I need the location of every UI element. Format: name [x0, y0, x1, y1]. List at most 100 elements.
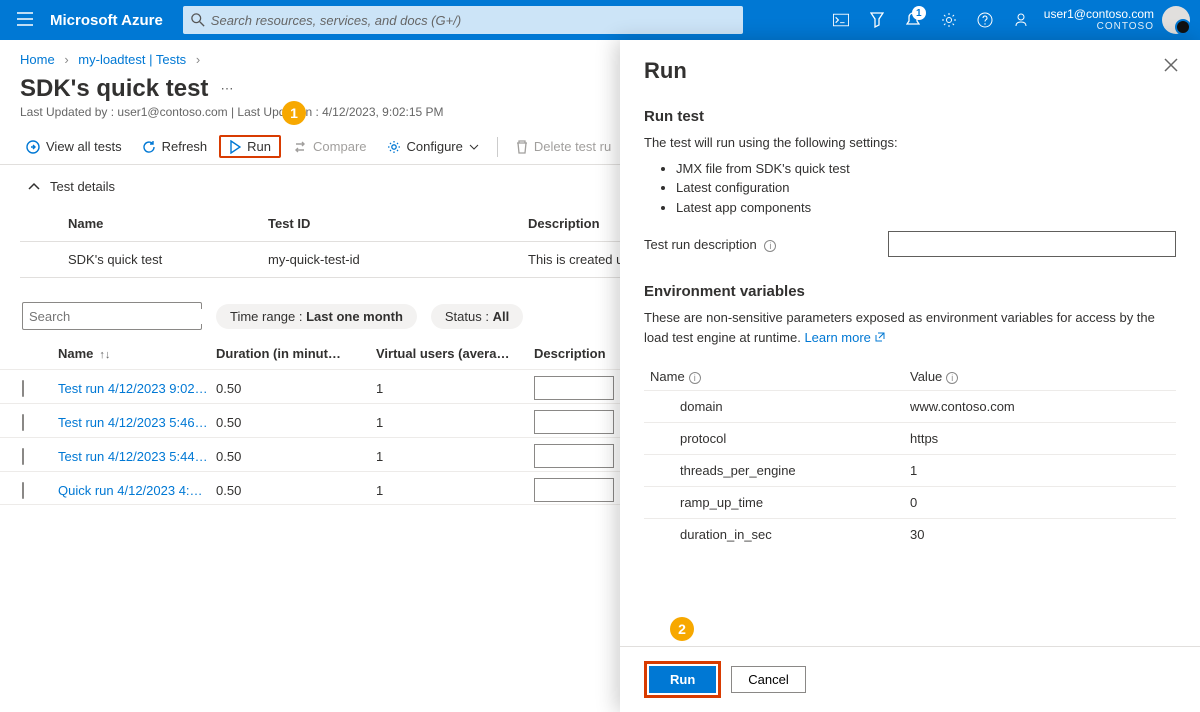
cloud-shell-icon[interactable] — [824, 0, 858, 40]
more-icon[interactable]: ⋯ — [220, 81, 233, 97]
global-search-input[interactable] — [211, 13, 735, 28]
view-all-tests-button[interactable]: View all tests — [18, 135, 130, 158]
hamburger-icon[interactable] — [10, 12, 40, 29]
env-var-name: protocol — [650, 431, 910, 446]
run-vusers: 1 — [376, 381, 534, 396]
env-var-row: domainwww.contoso.com — [644, 390, 1176, 422]
env-var-value: www.contoso.com — [910, 399, 1170, 414]
env-vars-table: Namei Valuei domainwww.contoso.comprotoc… — [644, 363, 1176, 550]
settings-icon[interactable] — [932, 0, 966, 40]
azure-topbar: Microsoft Azure 1 user1@contoso.com CONT… — [0, 0, 1200, 40]
avatar[interactable] — [1162, 6, 1190, 34]
page-title: SDK's quick test — [20, 75, 208, 103]
compare-button: Compare — [285, 135, 374, 158]
brand-label[interactable]: Microsoft Azure — [50, 12, 163, 29]
run-settings-bullet: Latest configuration — [676, 178, 1176, 198]
run-name-link[interactable]: Test run 4/12/2023 5:44… — [58, 449, 216, 464]
env-var-row: threads_per_engine1 — [644, 454, 1176, 486]
test-run-description-row: Test run description i — [644, 231, 1176, 257]
tenant-label: CONTOSO — [1044, 21, 1154, 33]
panel-cancel-button[interactable]: Cancel — [731, 666, 805, 693]
time-range-pill[interactable]: Time range : Last one month — [216, 304, 417, 329]
help-icon[interactable] — [968, 0, 1002, 40]
filter-icon[interactable] — [860, 0, 894, 40]
env-var-name: ramp_up_time — [650, 495, 910, 510]
run-checkbox[interactable] — [22, 380, 24, 397]
refresh-button[interactable]: Refresh — [134, 135, 216, 158]
run-name-link[interactable]: Test run 4/12/2023 5:46… — [58, 415, 216, 430]
search-icon — [191, 13, 205, 27]
configure-button[interactable]: Configure — [379, 135, 487, 158]
test-run-description-input[interactable] — [888, 231, 1176, 257]
run-button[interactable]: Run — [219, 135, 281, 158]
crumb-parent[interactable]: my-loadtest | Tests — [78, 52, 186, 67]
run-test-heading: Run test — [644, 108, 1176, 125]
run-duration: 0.50 — [216, 415, 376, 430]
run-vusers: 1 — [376, 449, 534, 464]
env-var-row: duration_in_sec30 — [644, 518, 1176, 550]
info-icon[interactable]: i — [689, 372, 701, 384]
env-var-row: ramp_up_time0 — [644, 486, 1176, 518]
chevron-icon: › — [196, 52, 200, 67]
status-pill[interactable]: Status : All — [431, 304, 523, 329]
runs-search-input[interactable] — [29, 309, 205, 324]
col-testid: Test ID — [268, 216, 528, 231]
callout-2: 2 — [670, 617, 694, 641]
run-desc-input[interactable] — [534, 410, 614, 434]
run-desc-input[interactable] — [534, 444, 614, 468]
run-desc-input[interactable] — [534, 376, 614, 400]
env-var-value: 1 — [910, 463, 1170, 478]
sort-icon[interactable]: ↑↓ — [99, 349, 110, 361]
env-var-name: duration_in_sec — [650, 527, 910, 542]
run-vusers: 1 — [376, 483, 534, 498]
topbar-actions: 1 — [824, 0, 1038, 40]
env-var-value: 30 — [910, 527, 1170, 542]
env-vars-desc: These are non-sensitive parameters expos… — [644, 308, 1176, 347]
run-duration: 0.50 — [216, 449, 376, 464]
col-run-name[interactable]: Name — [58, 346, 93, 361]
global-search[interactable] — [183, 6, 743, 34]
col-vusers[interactable]: Virtual users (avera… — [376, 346, 534, 361]
toolbar-separator — [497, 137, 498, 157]
user-email: user1@contoso.com — [1044, 7, 1154, 21]
run-checkbox[interactable] — [22, 482, 24, 499]
env-var-name: threads_per_engine — [650, 463, 910, 478]
feedback-icon[interactable] — [1004, 0, 1038, 40]
col-name: Name — [68, 216, 268, 231]
chevron-down-icon — [469, 142, 479, 152]
run-desc-input[interactable] — [534, 478, 614, 502]
callout-1: 1 — [282, 101, 306, 125]
env-var-value: 0 — [910, 495, 1170, 510]
learn-more-link[interactable]: Learn more — [804, 330, 884, 345]
chevron-up-icon — [28, 181, 40, 193]
info-icon[interactable]: i — [764, 240, 776, 252]
run-name-link[interactable]: Test run 4/12/2023 9:02… — [58, 381, 216, 396]
test-run-description-label: Test run description i — [644, 237, 874, 252]
crumb-home[interactable]: Home — [20, 52, 55, 67]
env-var-name: domain — [650, 399, 910, 414]
run-button-highlight: Run — [644, 661, 721, 698]
col-duration[interactable]: Duration (in minut… — [216, 346, 376, 361]
close-icon[interactable] — [1164, 58, 1178, 75]
delete-button: Delete test ru — [508, 135, 619, 158]
run-vusers: 1 — [376, 415, 534, 430]
run-flyout: Run Run test The test will run using the… — [620, 40, 1200, 712]
run-checkbox[interactable] — [22, 448, 24, 465]
notification-badge: 1 — [912, 6, 926, 20]
run-settings-bullet: Latest app components — [676, 198, 1176, 218]
panel-footer: Run Cancel 2 — [620, 646, 1200, 712]
run-duration: 0.50 — [216, 381, 376, 396]
runs-search[interactable] — [22, 302, 202, 330]
run-name-link[interactable]: Quick run 4/12/2023 4:… — [58, 483, 216, 498]
env-var-row: protocolhttps — [644, 422, 1176, 454]
user-block[interactable]: user1@contoso.com CONTOSO — [1044, 7, 1154, 33]
panel-title: Run — [644, 58, 1176, 84]
run-checkbox[interactable] — [22, 414, 24, 431]
env-var-value: https — [910, 431, 1170, 446]
info-icon[interactable]: i — [946, 372, 958, 384]
env-vars-heading: Environment variables — [644, 283, 1176, 300]
panel-run-button[interactable]: Run — [649, 666, 716, 693]
run-settings-bullet: JMX file from SDK's quick test — [676, 159, 1176, 179]
notifications-icon[interactable]: 1 — [896, 0, 930, 40]
run-test-body: The test will run using the following se… — [644, 133, 1176, 217]
